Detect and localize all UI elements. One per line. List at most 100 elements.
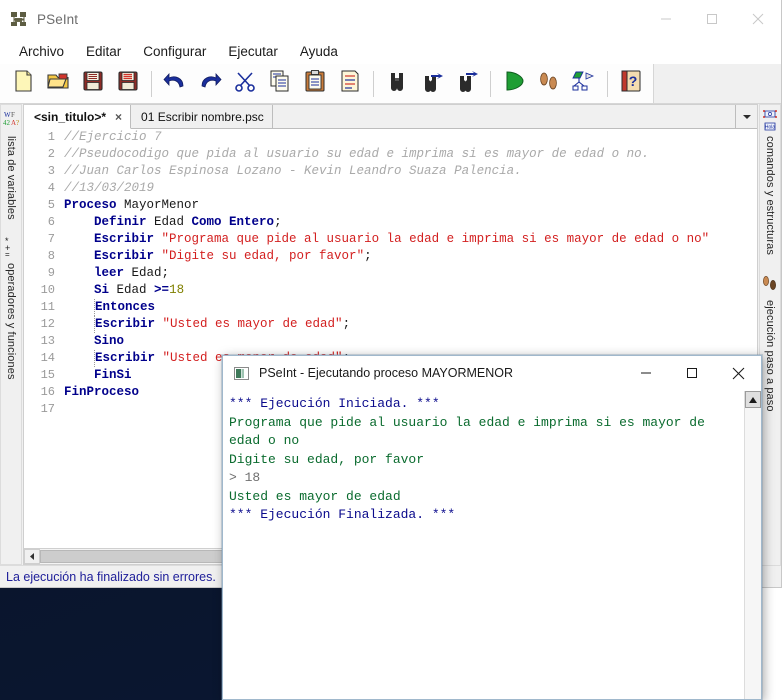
chevron-down-icon [742,108,752,126]
tab-close-icon[interactable]: × [115,111,122,123]
select-all-button[interactable] [333,67,367,101]
find-next-button[interactable] [415,67,449,101]
line-number: 7 [47,232,55,246]
svg-text:=: = [5,250,10,258]
undo-button[interactable] [158,67,192,101]
close-button[interactable] [735,0,781,38]
copy-button[interactable] [263,67,297,101]
code-token: Edad [116,283,155,297]
console-vertical-scrollbar[interactable] [744,391,761,699]
toolbar: ? [0,64,781,104]
code-token: Proceso [64,198,125,212]
tab-escribir-nombre[interactable]: 01 Escribir nombre.psc [131,105,273,128]
code-token: //Pseudocodigo que pida al usuario su ed… [64,147,650,161]
sidebar-item-step-execution[interactable]: ejecución paso a paso [761,273,779,412]
green-play-icon [502,69,526,98]
hscrollbar-thumb[interactable] [40,550,230,563]
console-minimize-button[interactable] [623,356,669,390]
console-close-button[interactable] [715,356,761,390]
sidebar-item-operators[interactable]: * + = operadores y funciones [2,236,20,380]
menu-ayuda[interactable]: Ayuda [289,41,349,62]
code-token: FinProceso [64,385,140,399]
maximize-button[interactable] [689,0,735,38]
find-button[interactable] [380,67,414,101]
svg-text:42: 42 [3,119,11,127]
minimize-button[interactable] [643,0,689,38]
new-file-button[interactable] [6,67,40,101]
console-body: *** Ejecución Iniciada. *** Programa que … [223,390,761,699]
code-token: Si [94,283,117,297]
scroll-left-arrow-icon[interactable] [24,549,40,564]
code-line: 4 //13/03/2019 [24,180,757,197]
step-run-button[interactable] [532,67,566,101]
code-text: Definir Edad Como Entero; [64,214,757,231]
redo-button[interactable] [193,67,227,101]
line-number: 10 [40,283,55,297]
replace-button[interactable] [450,67,484,101]
code-token: "Usted es mayor de edad" [162,317,343,331]
new-document-icon [11,69,35,98]
code-token: Escribir [94,249,162,263]
sidebar-label-step-execution: ejecución paso a paso [764,299,776,412]
run-button[interactable] [497,67,531,101]
line-number: 11 [40,300,55,314]
code-token: Definir [94,215,155,229]
save-as-button[interactable] [111,67,145,101]
open-folder-icon [46,69,70,98]
console-line: Digite su edad, por favor [229,451,425,467]
code-token: //13/03/2019 [64,181,155,195]
binoculars-next-icon [420,69,444,98]
line-number: 12 [40,317,55,331]
sidebar-item-variables[interactable]: W F 42 A ? lista de variables [2,109,20,220]
scroll-up-arrow-icon[interactable] [745,391,761,408]
menu-ejecutar[interactable]: Ejecutar [217,41,289,62]
paste-button[interactable] [298,67,332,101]
svg-text:F: F [11,111,15,119]
code-text: Proceso MayorMenor [64,197,757,214]
save-file-button[interactable] [76,67,110,101]
console-maximize-button[interactable] [669,356,715,390]
console-output-text[interactable]: *** Ejecución Iniciada. *** Programa que … [223,391,744,699]
line-number: 1 [47,130,55,144]
sidebar-label-commands: comandos y estructuras [764,136,776,255]
line-number: 14 [40,351,55,365]
code-token: ; [274,215,282,229]
console-vscrollbar-track[interactable] [745,408,761,699]
code-token: 18 [169,283,185,297]
code-token: Edad [154,215,192,229]
flowchart-button[interactable] [567,67,601,101]
menu-configurar[interactable]: Configurar [132,41,217,62]
console-titlebar[interactable]: PSeInt - Ejecutando proceso MAYORMENOR [223,356,761,390]
code-line: 12 Escribir "Usted es mayor de edad"; [24,316,757,333]
code-token: Entonces [95,300,156,314]
cut-button[interactable] [228,67,262,101]
binoculars-replace-icon [455,69,479,98]
open-file-button[interactable] [41,67,75,101]
console-window[interactable]: PSeInt - Ejecutando proceso MAYORMENOR *… [222,355,762,700]
code-text: Escribir "Digite su edad, por favor"; [64,248,757,265]
line-number: 4 [47,181,55,195]
console-line: > 18 [229,470,261,485]
code-line: 10 Si Edad >=18 [24,282,757,299]
tab-label-sin-titulo: <sin_titulo>* [34,109,107,124]
tab-list-dropdown-button[interactable] [735,105,757,128]
sidebar-item-commands[interactable]: Hola comandos y estructuras [761,109,779,255]
line-number: 5 [47,198,55,212]
help-button[interactable]: ? [614,67,648,101]
svg-text:?: ? [16,119,19,127]
code-line: 7 Escribir "Programa que pide al usuario… [24,231,757,248]
code-line: 6 Definir Edad Como Entero; [24,214,757,231]
menu-archivo[interactable]: Archivo [8,41,75,62]
code-token: ; [364,249,372,263]
tab-sin-titulo[interactable]: <sin_titulo>* × [24,105,132,129]
toolbar-separator [151,70,152,97]
left-sidebar-rail: W F 42 A ? lista de variables * + = oper… [0,104,22,565]
clipboard-paste-icon [303,69,327,98]
code-text: leer Edad; [64,265,757,282]
console-window-controls [623,356,761,390]
menu-editar[interactable]: Editar [75,41,132,62]
code-text: //Pseudocodigo que pida al usuario su ed… [64,146,757,163]
